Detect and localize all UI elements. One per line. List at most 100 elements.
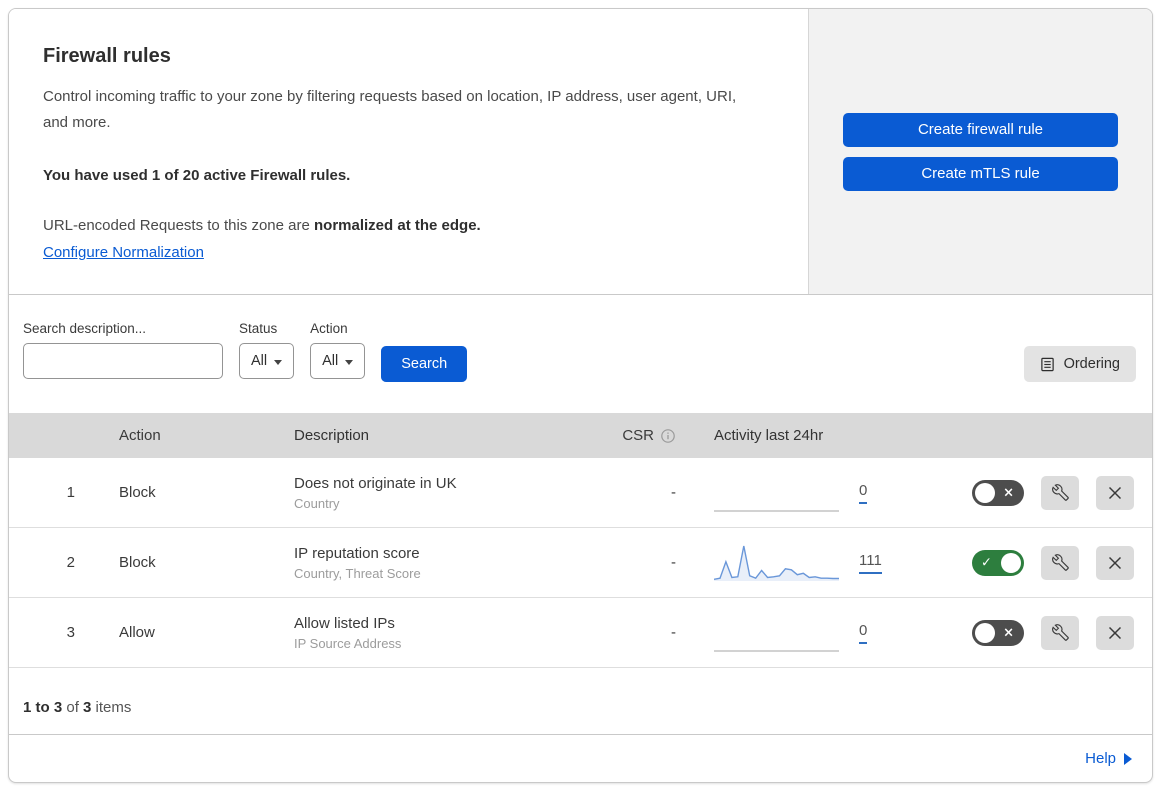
ordering-button-label: Ordering [1063,356,1120,372]
normalization-text: URL-encoded Requests to this zone are [43,216,314,234]
usage-notice: You have used 1 of 20 active Firewall ru… [43,166,351,184]
x-icon: × [1003,625,1014,640]
pagination-summary: 1 to 3 of 3 items [9,668,1152,735]
rule-activity-cell: 0 [684,612,924,654]
activity-sparkline [713,542,839,584]
rule-priority: 3 [66,624,75,641]
intro-section: Firewall rules Control incoming traffic … [9,9,808,294]
rule-description: Does not originate in UK [294,474,457,492]
edit-rule-button[interactable] [1041,545,1079,580]
search-input[interactable] [42,353,223,369]
delete-rule-button[interactable] [1096,615,1134,650]
close-icon [1108,556,1122,569]
rule-description: Allow listed IPs [294,614,395,632]
table-row: 3 Allow Allow listed IPs IP Source Addre… [9,598,1152,668]
rule-fields: Country, Threat Score [294,565,421,581]
action-selected-value: All [322,353,339,369]
page-title: Firewall rules [43,45,171,67]
rule-action: Block [119,484,156,501]
x-icon: × [1003,485,1014,500]
close-icon [1108,626,1122,639]
status-filter-group: Status All [239,321,295,379]
rule-description-cell: IP reputation score Country, Threat Scor… [274,545,604,581]
actions-aside: Create firewall rule Create mTLS rule [808,9,1152,294]
arrow-right-icon [1124,752,1132,765]
csr-header-label: CSR [622,427,654,444]
rule-activity-cell: 111 [684,542,924,584]
table-header-row: Action Description CSR Activity last 24h… [9,413,1152,458]
status-select[interactable]: All [239,343,295,379]
info-icon[interactable] [660,428,676,444]
rule-enabled-toggle[interactable]: ✓ × [972,479,1024,506]
rule-controls: ✓ × [924,615,1152,650]
toggle-knob [975,482,995,503]
page-description: Control incoming traffic to your zone by… [43,88,737,132]
status-selected-value: All [251,353,268,369]
rule-fields: IP Source Address [294,635,402,651]
rule-activity-cell: 0 [684,472,924,514]
normalization-bold-text: normalized at the edge. [314,216,481,234]
filter-bar: Search description... Status All Action [9,295,1152,413]
check-icon: ✓ [981,555,992,570]
wrench-icon [1051,554,1069,571]
firewall-rules-card: Firewall rules Control incoming traffic … [8,8,1153,783]
edit-rule-button[interactable] [1041,615,1079,650]
pagination-of: of [62,699,84,716]
create-firewall-rule-button[interactable]: Create firewall rule [843,112,1118,147]
toggle-knob [975,622,995,643]
table-row: 1 Block Does not originate in UK Country… [9,458,1152,528]
description-column-header: Description [294,427,370,444]
rule-description-cell: Does not originate in UK Country [274,475,604,511]
wrench-icon [1051,484,1069,501]
rule-csr-value: - [671,484,676,501]
action-column-header: Action [119,427,161,444]
rule-fields: Country [294,495,340,511]
rule-controls: ✓ × [924,475,1152,510]
firewall-rules-page: Firewall rules Control incoming traffic … [0,0,1161,791]
pagination-items: items [91,699,132,716]
create-mtls-rule-button[interactable]: Create mTLS rule [843,156,1118,191]
rule-enabled-toggle[interactable]: ✓ × [972,619,1024,646]
rule-priority: 2 [66,554,75,571]
help-link[interactable]: Help [1085,750,1132,767]
rule-csr-value: - [671,554,676,571]
header-band: Firewall rules Control incoming traffic … [9,9,1152,295]
rule-enabled-toggle[interactable]: ✓ × [972,549,1024,576]
normalization-notice: URL-encoded Requests to this zone are no… [43,214,774,238]
activity-column-header: Activity last 24hr [714,427,824,444]
activity-count-link[interactable]: 111 [859,552,882,574]
table-row: 2 Block IP reputation score Country, Thr… [9,528,1152,598]
ordering-button[interactable]: Ordering [1023,346,1136,382]
activity-count-link[interactable]: 0 [859,622,868,644]
csr-column-header: CSR [604,427,684,444]
edit-rule-button[interactable] [1041,475,1079,510]
rule-controls: ✓ × [924,545,1152,580]
rule-csr-value: - [671,624,676,641]
help-bar: Help [9,735,1152,782]
action-label: Action [310,321,348,336]
chevron-down-icon [274,359,283,365]
rule-description: IP reputation score [294,544,420,562]
search-input-wrapper[interactable] [23,343,223,379]
help-label: Help [1085,750,1116,767]
rule-action: Block [119,554,156,571]
search-button[interactable]: Search [381,346,468,382]
configure-normalization-link[interactable]: Configure Normalization [43,244,204,261]
delete-rule-button[interactable] [1096,545,1134,580]
chevron-down-icon [345,359,354,365]
delete-rule-button[interactable] [1096,475,1134,510]
search-label: Search description... [23,321,147,336]
rule-action: Allow [119,624,155,641]
wrench-icon [1051,624,1069,641]
toggle-knob [1001,552,1021,573]
activity-count-link[interactable]: 0 [859,482,868,504]
rule-description-cell: Allow listed IPs IP Source Address [274,615,604,651]
status-label: Status [239,321,278,336]
action-filter-group: Action All [310,321,366,379]
activity-sparkline [714,472,839,514]
rule-priority: 1 [66,484,75,501]
action-select[interactable]: All [310,343,366,379]
close-icon [1108,486,1122,499]
search-group: Search description... [23,321,223,379]
pagination-range: 1 to 3 [23,699,63,716]
